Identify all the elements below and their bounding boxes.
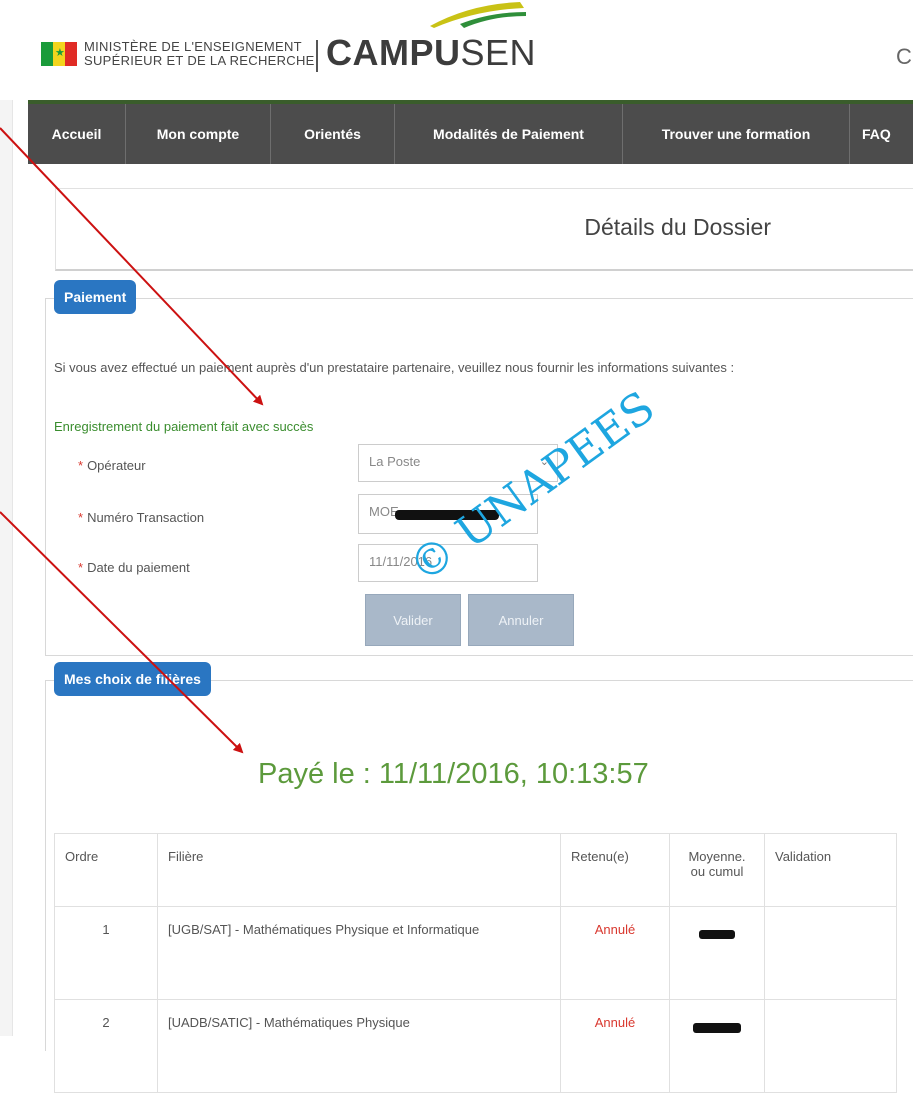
annotation-arrows (0, 127, 264, 754)
arrow-to-paid-status (0, 511, 244, 754)
arrow-to-success-message (0, 127, 264, 406)
